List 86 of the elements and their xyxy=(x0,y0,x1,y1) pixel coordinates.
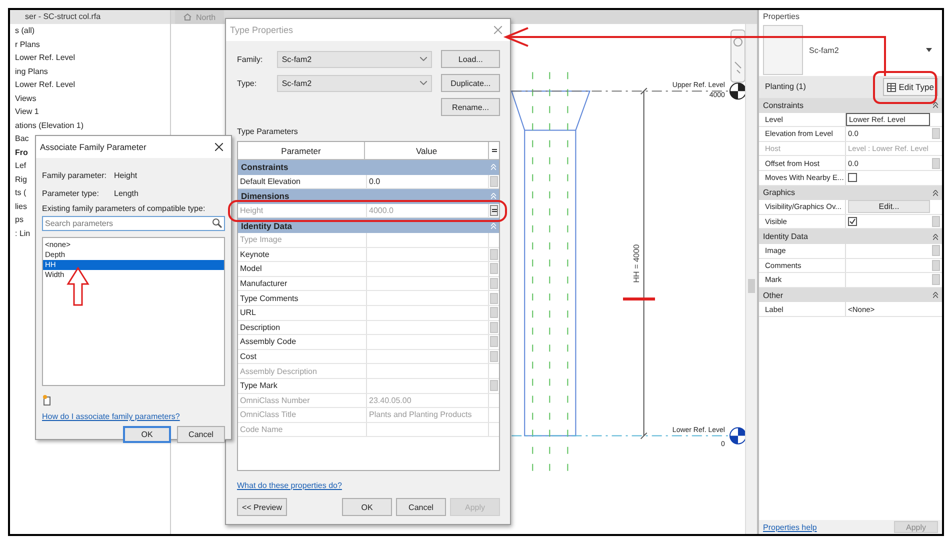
checkbox[interactable] xyxy=(848,173,857,182)
help-link[interactable]: How do I associate family parameters? xyxy=(42,412,180,421)
parameter-name: OmniClass Number xyxy=(238,394,367,408)
search-icon xyxy=(212,218,222,228)
column-header: Value xyxy=(365,142,489,159)
browser-item[interactable]: Lower Ref. Level xyxy=(10,78,170,92)
category-dropdown[interactable]: Planting (1) xyxy=(763,79,877,95)
dimension-label: HH = 4000 xyxy=(632,244,641,283)
parameter-name: Model xyxy=(238,262,367,276)
parameter-name: Manufacturer xyxy=(238,276,367,290)
group-header[interactable]: Other xyxy=(763,290,784,300)
dialog-button[interactable]: Cancel xyxy=(177,426,225,443)
field-label: Parameter type: xyxy=(42,188,100,198)
scrollbar[interactable] xyxy=(745,24,757,534)
panel-title: Properties xyxy=(762,11,800,23)
type-dropdown[interactable]: Sc-fam2 xyxy=(276,74,432,92)
dialog-button[interactable]: OK xyxy=(123,426,171,443)
browser-item[interactable]: ing Plans xyxy=(10,64,170,78)
dialog-button[interactable]: OK xyxy=(342,498,392,516)
table-icon xyxy=(886,82,896,92)
rename-button[interactable]: Rename... xyxy=(441,98,500,116)
parameter-name: OmniClass Title xyxy=(238,408,367,422)
parameter-name: Type Mark xyxy=(238,378,367,392)
help-link[interactable]: Properties help xyxy=(763,522,817,532)
load-button[interactable]: Load... xyxy=(441,50,500,68)
chevron-icon xyxy=(420,81,428,85)
field-value: Height xyxy=(114,170,138,180)
equals-icon xyxy=(492,148,496,153)
up-arrow-outline xyxy=(66,266,90,306)
field-label: Family: xyxy=(237,54,264,64)
highlight-outline xyxy=(873,71,937,104)
browser-item[interactable]: s (all) xyxy=(10,24,170,38)
field-label: Type: xyxy=(237,78,258,88)
list-label: Existing family parameters of compatible type: xyxy=(42,203,206,215)
preview-button[interactable]: << Preview xyxy=(237,498,287,516)
family-dropdown[interactable]: Sc-fam2 xyxy=(276,50,432,68)
collapse-icon[interactable] xyxy=(933,102,938,108)
parameter-name: Keynote xyxy=(238,248,367,262)
parameter-name: Type Comments xyxy=(238,291,367,305)
parameter-value[interactable]: 0.0 xyxy=(367,174,489,188)
search-field[interactable]: Search parameters xyxy=(42,216,225,231)
equals-icon xyxy=(492,208,496,214)
new-parameter-icon[interactable] xyxy=(42,394,52,406)
parameter-name: Assembly Code xyxy=(238,335,367,349)
column-header: Parameter xyxy=(238,142,365,159)
browser-item[interactable]: Views xyxy=(10,92,170,105)
parameter-name: Default Elevation xyxy=(238,174,367,188)
group-header[interactable]: Identity Data xyxy=(763,232,808,242)
marker-line xyxy=(623,298,655,300)
parameter-name: Code Name xyxy=(238,422,367,436)
help-link[interactable]: What do these properties do? xyxy=(237,481,342,490)
parameter-name: Height xyxy=(238,204,367,218)
duplicate-button[interactable]: Duplicate... xyxy=(441,74,500,92)
navigation-bar-drawing xyxy=(730,30,745,83)
dialog-button[interactable]: Cancel xyxy=(396,498,446,516)
browser-item[interactable]: r Plans xyxy=(10,38,170,51)
edit-type-button[interactable]: Edit Type xyxy=(882,78,938,96)
close-icon[interactable] xyxy=(215,143,223,151)
field-value: Length xyxy=(114,188,138,198)
parameter-name: URL xyxy=(238,306,367,320)
parameter-name: Assembly Description xyxy=(238,364,367,378)
group-header[interactable]: Identity Data xyxy=(241,220,292,231)
dialog-title: Associate Family Parameter xyxy=(40,142,146,152)
type-name: Sc-fam2 xyxy=(809,46,840,54)
browser-title: ser - SC-struct col.rfa xyxy=(10,10,170,24)
edit-button[interactable]: Edit... xyxy=(848,200,930,214)
group-header[interactable]: Constraints xyxy=(763,100,804,110)
parameter-name: Type Image xyxy=(238,232,367,247)
collapse-icon[interactable] xyxy=(933,292,938,298)
caret-icon[interactable] xyxy=(926,48,932,52)
parameter-name: Description xyxy=(238,320,367,334)
browser-item[interactable]: ations (Elevation 1) xyxy=(10,118,170,132)
section-label: Type Parameters xyxy=(237,127,299,138)
group-header[interactable]: Graphics xyxy=(763,188,796,198)
checkbox[interactable] xyxy=(848,217,857,226)
group-header[interactable]: Dimensions xyxy=(241,191,290,202)
house-icon xyxy=(183,13,192,21)
browser-item[interactable]: View 1 xyxy=(10,105,170,118)
group-header[interactable]: Constraints xyxy=(241,162,288,172)
field-label: Family parameter: xyxy=(42,170,108,180)
browser-item[interactable]: Lower Ref. Level xyxy=(10,51,170,64)
parameter-name: Cost xyxy=(238,350,367,364)
chevron-icon xyxy=(420,57,428,61)
collapse-icon[interactable] xyxy=(933,190,938,196)
dialog-title: Type Properties xyxy=(230,25,294,35)
collapse-icon[interactable] xyxy=(933,234,938,240)
